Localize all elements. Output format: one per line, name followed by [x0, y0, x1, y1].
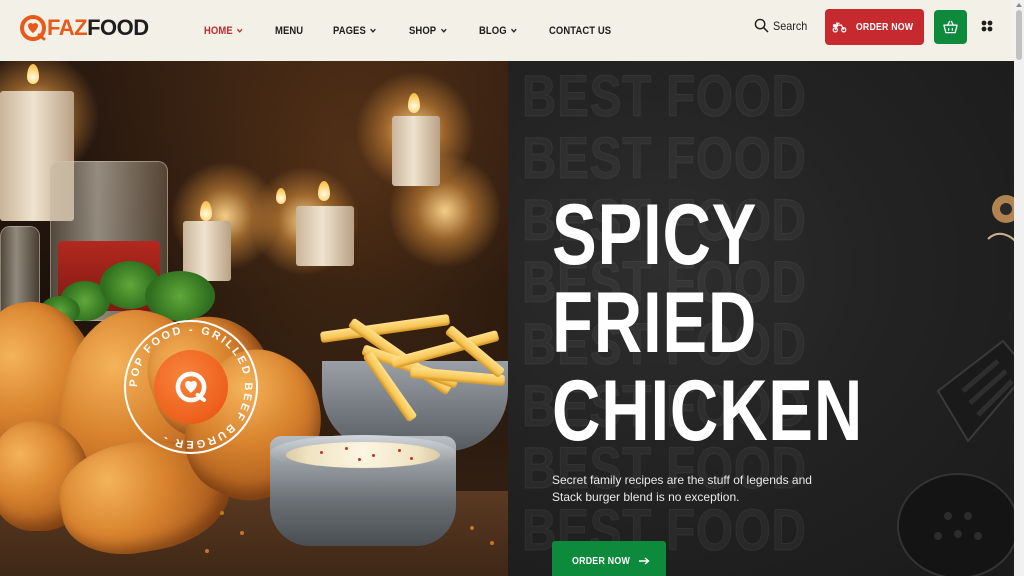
hero-title-line-2: FRIED — [552, 275, 758, 371]
hero-title-line-1: SPICY — [552, 187, 758, 283]
chevron-down-icon — [370, 28, 377, 33]
nav-item-home[interactable]: HOME — [204, 25, 244, 37]
nav-item-pages[interactable]: PAGES — [333, 25, 377, 37]
hero-description: Secret family recipes are the stuff of l… — [552, 473, 812, 504]
site-header: FAZFOOD HOME MENU PAGES SHOP BLOG CONTAC… — [0, 0, 1014, 61]
brand-name-part1: FAZ — [47, 15, 88, 40]
logo-mark-icon — [20, 15, 46, 41]
hero-order-now-label: ORDER NOW — [571, 555, 631, 567]
nav-item-label: PAGES — [333, 24, 367, 37]
pop-food-badge: POP FOOD - GRILLED BEEF BURGER - — [124, 320, 258, 454]
main-nav: HOME MENU PAGES SHOP BLOG CONTACT US — [204, 0, 646, 61]
hero-title-line-3: CHICKEN — [552, 363, 864, 459]
hero-food-photo: POP FOOD - GRILLED BEEF BURGER - — [0, 61, 508, 576]
nav-item-contact-us[interactable]: CONTACT US — [549, 25, 611, 37]
chevron-down-icon — [441, 28, 447, 33]
logo-mark-icon — [175, 371, 207, 403]
chevron-down-icon — [511, 28, 517, 33]
nav-item-label: CONTACT US — [549, 24, 612, 37]
badge-center — [154, 350, 228, 424]
arrow-right-icon — [639, 557, 650, 565]
hero-section: POP FOOD - GRILLED BEEF BURGER - BEST FO… — [0, 61, 1014, 576]
nav-item-label: BLOG — [478, 24, 507, 37]
order-now-label: ORDER NOW — [855, 21, 914, 33]
slotted-spoon-decoration — [897, 473, 1014, 576]
background-word: BEST FOOD — [522, 64, 807, 129]
nav-item-menu[interactable]: MENU — [275, 25, 303, 37]
grid-menu-icon[interactable] — [981, 20, 993, 32]
nav-item-shop[interactable]: SHOP — [409, 25, 447, 37]
brand-name-part2: FOOD — [87, 15, 149, 40]
search-icon — [754, 18, 769, 33]
chevron-down-icon — [237, 28, 243, 33]
delivery-scooter-icon — [832, 22, 847, 33]
brand-logo[interactable]: FAZFOOD — [20, 15, 149, 41]
search-button[interactable]: Search — [754, 18, 811, 33]
hero-text-panel: BEST FOOD BEST FOOD BEST FOOD BEST FOOD … — [508, 61, 1014, 576]
nav-item-blog[interactable]: BLOG — [479, 25, 518, 37]
search-label: Search — [773, 18, 808, 33]
order-now-button[interactable]: ORDER NOW — [825, 9, 924, 45]
background-word: BEST FOOD — [522, 126, 807, 191]
shopping-basket-icon — [943, 20, 958, 34]
scrollbar-thumb[interactable] — [1016, 10, 1022, 60]
hero-order-now-button[interactable]: ORDER NOW — [552, 541, 666, 576]
scroll-up-icon[interactable] — [1016, 3, 1022, 7]
nav-item-label: MENU — [275, 24, 304, 37]
nav-item-label: SHOP — [409, 24, 437, 37]
clothes-peg-decoration — [987, 195, 1014, 242]
cart-button[interactable] — [934, 10, 967, 44]
page-scrollbar[interactable] — [1014, 0, 1024, 576]
nav-item-label: HOME — [204, 24, 233, 37]
brand-name: FAZFOOD — [47, 15, 149, 41]
